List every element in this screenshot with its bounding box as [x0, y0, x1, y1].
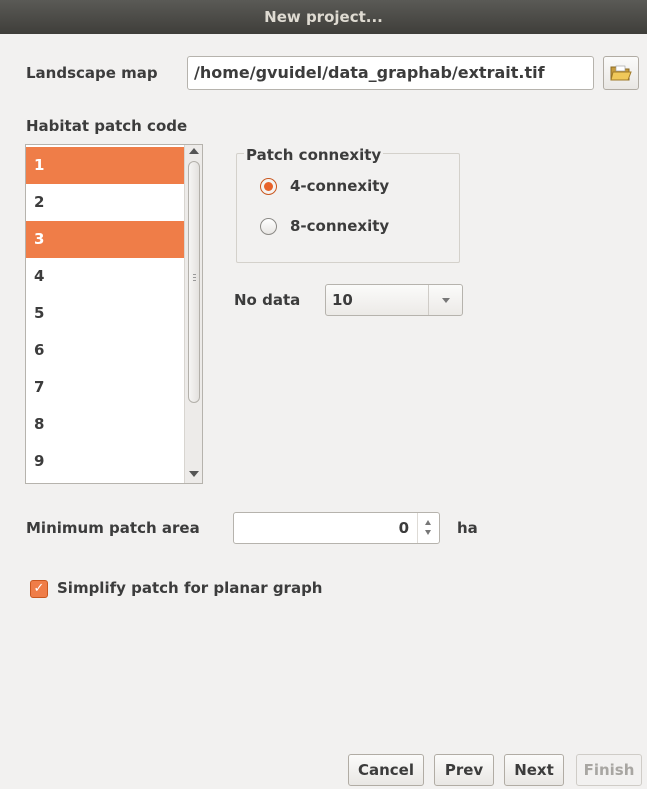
minimum-patch-area-value: 0	[398, 519, 409, 537]
simplify-label: Simplify patch for planar graph	[57, 579, 323, 597]
no-data-value: 10	[332, 291, 353, 309]
patch-connexity-group	[236, 153, 460, 263]
cancel-button[interactable]: Cancel	[348, 754, 424, 786]
list-item[interactable]: 7	[26, 369, 184, 406]
list-item[interactable]: 3	[26, 221, 184, 258]
list-item[interactable]: 8	[26, 406, 184, 443]
scroll-down-icon[interactable]	[189, 471, 199, 477]
landscape-map-label: Landscape map	[26, 64, 158, 82]
spin-up-icon[interactable]	[425, 520, 431, 525]
list-item[interactable]: 2	[26, 184, 184, 221]
list-item[interactable]: 1	[26, 147, 184, 184]
list-item[interactable]: 10	[26, 480, 184, 483]
list-item[interactable]: 5	[26, 295, 184, 332]
habitat-code-list[interactable]: 12345678910	[25, 144, 203, 484]
landscape-map-path-field[interactable]: /home/gvuidel/data_graphab/extrait.tif	[187, 56, 594, 90]
label-4-connexity: 4-connexity	[290, 177, 390, 195]
simplify-checkbox[interactable]: ✓	[30, 580, 48, 598]
no-data-label: No data	[234, 291, 301, 309]
list-scrollbar[interactable]	[184, 145, 202, 483]
radio-8-connexity[interactable]	[260, 218, 277, 235]
browse-button[interactable]	[603, 56, 639, 90]
list-item[interactable]: 4	[26, 258, 184, 295]
scroll-thumb[interactable]	[188, 161, 200, 403]
list-item[interactable]: 9	[26, 443, 184, 480]
next-button[interactable]: Next	[504, 754, 564, 786]
finish-button[interactable]: Finish	[576, 754, 642, 786]
label-8-connexity: 8-connexity	[290, 217, 390, 235]
minimum-patch-area-spinbox[interactable]: 0	[233, 512, 440, 544]
patch-connexity-title: Patch connexity	[244, 146, 384, 164]
no-data-combobox[interactable]: 10	[325, 284, 463, 316]
window-title: New project...	[0, 0, 647, 34]
folder-open-icon	[610, 65, 632, 81]
scroll-up-icon[interactable]	[189, 148, 199, 154]
landscape-map-path-value: /home/gvuidel/data_graphab/extrait.tif	[194, 63, 545, 82]
radio-4-connexity[interactable]	[260, 178, 277, 195]
spin-down-icon[interactable]	[425, 530, 431, 535]
list-item[interactable]: 6	[26, 332, 184, 369]
checkmark-icon: ✓	[33, 581, 45, 596]
minimum-patch-area-label: Minimum patch area	[26, 519, 200, 537]
habitat-patch-code-label: Habitat patch code	[26, 117, 188, 135]
area-unit-label: ha	[457, 519, 478, 537]
chevron-down-icon	[442, 298, 450, 303]
prev-button[interactable]: Prev	[434, 754, 494, 786]
